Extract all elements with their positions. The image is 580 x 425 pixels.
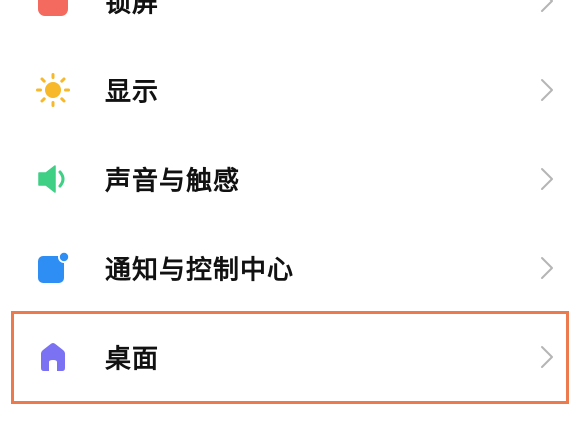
settings-item-label: 通知与控制中心 bbox=[105, 255, 295, 285]
lock-screen-icon bbox=[38, 0, 68, 16]
settings-list: 锁屏 显示 声音与触感 通知与控制中心 桌面 bbox=[0, 0, 580, 401]
settings-item-label: 桌面 bbox=[105, 344, 160, 374]
settings-item-notifications[interactable]: 通知与控制中心 bbox=[0, 223, 580, 312]
settings-item-label: 显示 bbox=[105, 77, 160, 107]
home-icon bbox=[41, 342, 65, 371]
settings-item-label: 声音与触感 bbox=[105, 166, 241, 196]
chevron-right-icon bbox=[541, 256, 553, 279]
settings-item-home-screen[interactable]: 桌面 bbox=[0, 312, 580, 401]
chevron-right-icon bbox=[541, 78, 553, 101]
chevron-right-icon bbox=[541, 345, 553, 368]
notification-icon bbox=[38, 250, 70, 283]
speaker-icon bbox=[38, 164, 65, 193]
settings-item-lock-screen[interactable]: 锁屏 bbox=[0, 0, 580, 45]
chevron-right-icon bbox=[541, 0, 553, 12]
settings-item-sound[interactable]: 声音与触感 bbox=[0, 134, 580, 223]
settings-item-label: 锁屏 bbox=[105, 0, 160, 18]
settings-item-display[interactable]: 显示 bbox=[0, 45, 580, 134]
sun-icon bbox=[36, 72, 70, 107]
chevron-right-icon bbox=[541, 167, 553, 190]
